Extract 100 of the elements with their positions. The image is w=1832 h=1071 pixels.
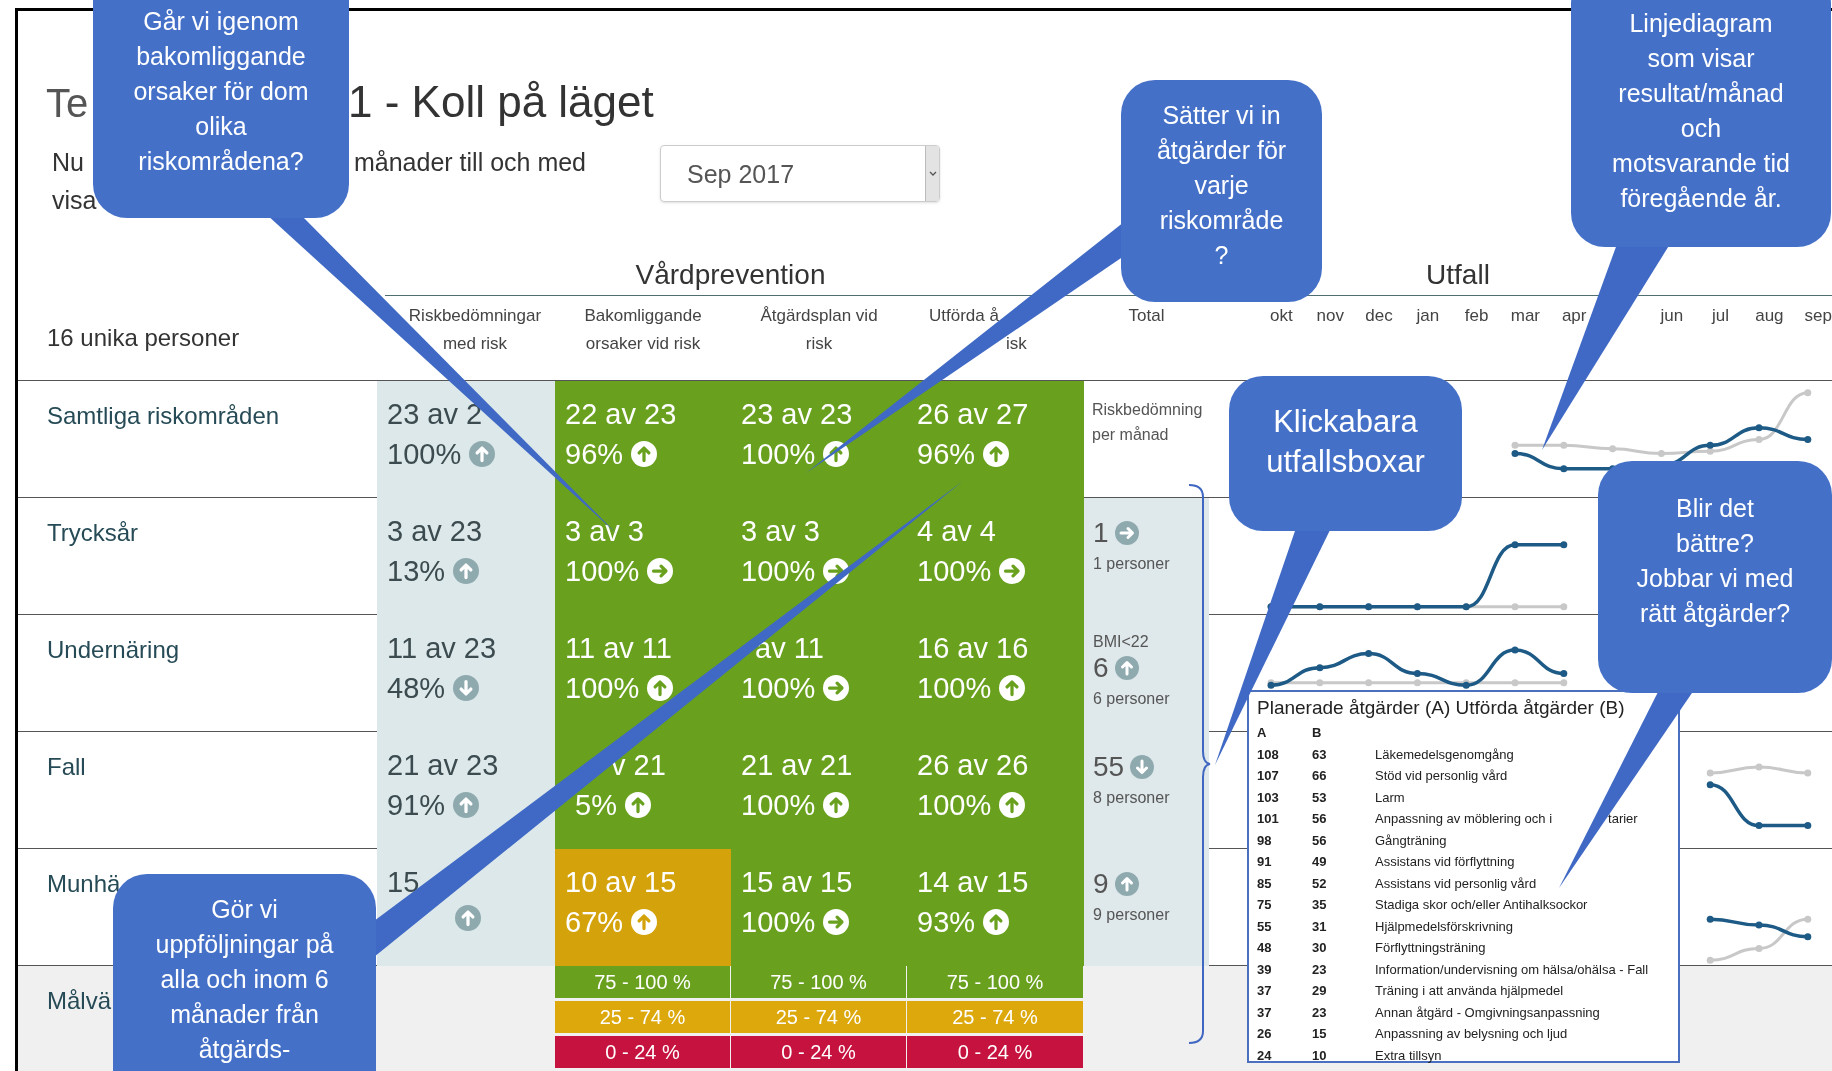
count-text: 3 av 3	[741, 514, 820, 548]
status-cell[interactable]: 26 av 26 100%	[907, 732, 1084, 849]
planned-count: 24	[1257, 1046, 1272, 1065]
percent-text: 91%	[387, 788, 446, 822]
month-label: feb	[1464, 305, 1489, 327]
percent-text: 100%	[565, 554, 640, 588]
column-heading: orsaker vid risk	[585, 333, 701, 355]
planned-count: 55	[1257, 917, 1272, 936]
count-text: 11 av 11	[565, 631, 672, 665]
month-label: mar	[1510, 305, 1540, 327]
row-label: Målvä	[47, 987, 112, 1014]
done-count: 35	[1312, 896, 1327, 914]
column-heading: Total	[1128, 305, 1165, 327]
outcome-box[interactable]: BMI<22 6 6 personer	[1084, 615, 1209, 732]
done-count: 66	[1312, 767, 1327, 785]
column-heading: isk	[1006, 333, 1027, 355]
percent-text: 100%	[917, 671, 992, 705]
status-cell[interactable]: 16 av 16 100%	[907, 615, 1084, 732]
status-cell[interactable]: 4 av 4 100%	[907, 498, 1084, 615]
planned-count: 37	[1257, 1003, 1272, 1022]
percent-text: 96%	[565, 437, 624, 471]
group-heading: Vårdprevention	[635, 258, 826, 292]
count-text: 16 av 16	[917, 631, 1029, 665]
measure-label: Extra tillsyn	[1375, 1046, 1442, 1065]
status-cell[interactable]: 15 av 15 100%	[731, 849, 907, 966]
measure-label: Stöd vid personlig vård	[1375, 767, 1508, 785]
status-cell[interactable]: 23 av 23 100%	[731, 381, 907, 498]
percent-text: 93%	[917, 905, 976, 939]
count-text: 3 av 3	[565, 514, 644, 548]
target-band: 75 - 100 %	[555, 966, 730, 998]
planned-count: 85	[1257, 874, 1272, 893]
done-count: 56	[1312, 810, 1327, 828]
status-cell[interactable]: 3 av 3 100%	[555, 498, 731, 615]
planned-count: 37	[1257, 982, 1272, 1000]
done-count: 53	[1312, 788, 1327, 807]
column-heading: Åtgärdsplan vid	[760, 305, 878, 327]
percent-text: 67%	[565, 905, 624, 939]
measure-label: Läkemedelsgenomgång	[1375, 745, 1514, 764]
row-label: Undernäring	[47, 636, 180, 663]
status-cell[interactable]: 21 av 23 91%	[377, 732, 555, 849]
done-count: 49	[1312, 853, 1327, 871]
planned-count: 103	[1257, 788, 1279, 807]
status-cell[interactable]: 14 av 15 93%	[907, 849, 1084, 966]
planned-count: 39	[1257, 960, 1272, 979]
status-cell[interactable]: 10 av 15 67%	[555, 849, 731, 966]
measure-label: Anpassning av möblering och i	[1375, 810, 1553, 828]
outcome-box[interactable]: 55 8 personer	[1084, 732, 1209, 849]
percent-text: 100%	[741, 788, 816, 822]
row-label: Fall	[47, 753, 86, 780]
status-cell[interactable]: av 11 100%	[731, 615, 907, 732]
status-cell[interactable]: 3 av 23 13%	[377, 498, 555, 615]
chevron-down-icon	[928, 170, 937, 177]
outcome-value: 6	[1093, 651, 1109, 685]
target-band: 0 - 24 %	[907, 1036, 1083, 1068]
measure-label: Larm	[1375, 788, 1405, 807]
count-text: 26 av 26	[917, 748, 1029, 782]
intro-text: Nu	[52, 147, 84, 178]
row-label: Trycksår	[47, 519, 139, 546]
count-text: 26 av 27	[917, 397, 1029, 431]
measure-label: Annan åtgärd - Omgivningsanpassning	[1375, 1003, 1600, 1022]
target-band: 25 - 74 %	[907, 1001, 1083, 1033]
month-label: jul	[1712, 305, 1730, 327]
status-cell[interactable]: 11 av 11 100%	[555, 615, 731, 732]
month-dropdown[interactable]: Sep 2017	[660, 145, 940, 202]
measure-label: Träning i att använda hjälpmedel	[1375, 982, 1564, 1000]
percent-text: 100%	[917, 788, 992, 822]
measure-label: Information/undervisning om hälsa/ohälsa - Fall	[1375, 960, 1649, 979]
column-heading: B	[1312, 724, 1322, 742]
status-cell[interactable]: 22 av 23 96%	[555, 381, 731, 498]
planned-count: 75	[1257, 896, 1272, 914]
column-heading: Bakomliggande	[584, 305, 702, 327]
status-cell[interactable]: 21 av 21 100%	[731, 732, 907, 849]
column-heading: A	[1257, 724, 1267, 742]
month-label: jun	[1660, 305, 1684, 327]
planned-count: 48	[1257, 939, 1272, 957]
count-text: 21 av 23	[387, 748, 499, 782]
month-label: apr	[1561, 305, 1587, 327]
planned-count: 26	[1257, 1025, 1272, 1043]
count-text: 10 av 15	[565, 865, 677, 899]
done-count: 10	[1312, 1046, 1327, 1065]
column-heading: risk	[805, 333, 833, 355]
count-text: 3 av 23	[387, 514, 483, 548]
target-band: 25 - 74 %	[555, 1001, 730, 1033]
target-band: 75 - 100 %	[907, 966, 1083, 998]
measure-label: Assistans vid personlig vård	[1375, 874, 1537, 893]
percent-text: 100%	[917, 554, 992, 588]
month-label: jan	[1416, 305, 1440, 327]
done-count: 31	[1312, 917, 1327, 936]
outcome-value: 1	[1093, 516, 1109, 550]
callout-bubble: Sätter vi in åtgärder för varje riskområde ?	[1121, 80, 1322, 302]
target-band: 75 - 100 %	[731, 966, 906, 998]
status-cell[interactable]: 26 av 27 96%	[907, 381, 1084, 498]
outcome-box[interactable]: 9 9 personer	[1084, 849, 1209, 966]
status-cell[interactable]: 3 av 3 100%	[731, 498, 907, 615]
planned-count: 101	[1257, 810, 1279, 828]
status-cell[interactable]: 11 av 23 48%	[377, 615, 555, 732]
percent-text: 100%	[741, 905, 816, 939]
page-title: Te	[46, 80, 89, 125]
row-label: Samtliga riskområden	[47, 402, 280, 429]
outcome-box[interactable]: 1 1 personer	[1084, 498, 1209, 615]
